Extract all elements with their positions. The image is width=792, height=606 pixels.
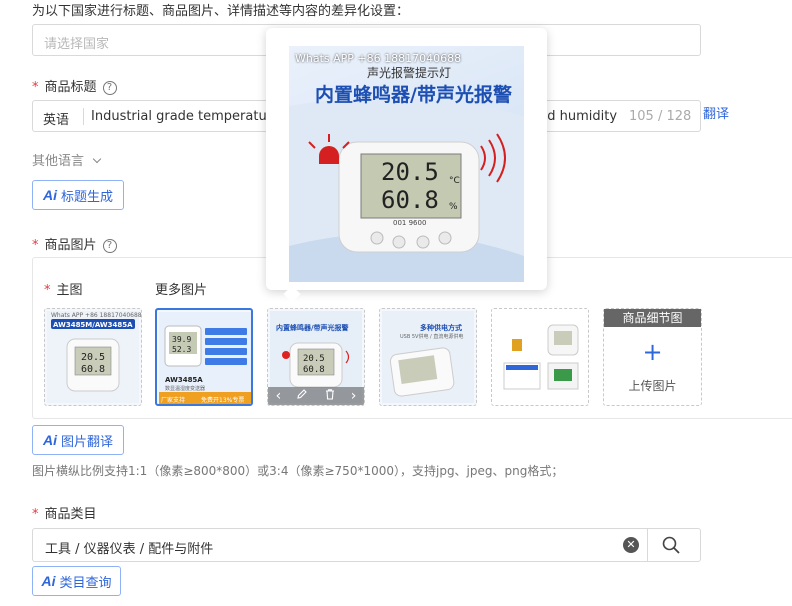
thumb-badge-invoice: 免费开13%专票 [201,397,245,404]
other-languages-toggle[interactable]: 其他语言 [32,150,102,169]
more-image-thumb-3[interactable]: 多种供电方式 USB 5V供电 / 直流电源供电 [379,308,477,406]
thumb-watermark: Whats APP +86 18817040688 [51,312,142,319]
chevron-down-icon [92,154,102,164]
thumb-badge-support: 厂家支持 [161,397,186,404]
preview-humidity-reading: 60.8 [381,186,439,214]
main-image-label-row: * 主图 [44,279,83,298]
thumb-subcaption: USB 5V供电 / 直流电源供电 [400,334,464,340]
svg-text:20.5: 20.5 [81,352,105,363]
chevron-left-icon[interactable]: ‹ [276,388,282,404]
preview-temp-reading: 20.5 [381,158,439,186]
images-label-row: * 商品图片? [32,234,117,253]
category-value: 工具 / 仪器仪表 / 配件与附件 [45,542,214,557]
ai-title-generate-button[interactable]: Ai 标题生成 [32,180,124,210]
svg-text:60.8: 60.8 [81,364,105,375]
divider [647,529,648,561]
title-label-row: * 商品标题? [32,76,117,95]
help-icon[interactable]: ? [102,81,117,95]
category-label: 商品类目 [44,507,97,522]
ai-icon: Ai [42,187,57,203]
more-image-thumb-4[interactable] [491,308,589,406]
more-images-label: 更多图片 [155,283,208,298]
thumb-subcaption: 数显温湿度变送器 [165,386,206,392]
required-mark: * [32,80,39,95]
other-languages-label: 其他语言 [32,154,85,169]
preview-image: Whats APP +86 18817040688 声光报警提示灯 内置蜂鸣器/… [289,46,524,282]
edit-icon[interactable] [296,388,308,404]
preview-headline: 内置蜂鸣器/带声光报警 [315,84,512,106]
upload-image-label: 上传图片 [628,379,677,393]
translate-link[interactable]: 翻译 [703,103,729,122]
svg-text:52.3: 52.3 [172,345,191,354]
ai-category-lookup-button[interactable]: Ai 类目查询 [32,566,121,596]
ai-image-translate-button[interactable]: Ai 图片翻译 [32,425,124,455]
title-value-left: Industrial grade temperature [91,109,280,124]
svg-text:20.5: 20.5 [303,354,325,364]
search-icon[interactable] [661,535,681,559]
detail-image-header: 商品细节图 [604,309,701,327]
preview-humidity-unit: % [449,202,458,212]
more-image-thumb-2[interactable]: 20.5 60.8 内置蜂鸣器/带声光报警 ‹ › [267,308,365,406]
ai-icon: Ai [41,573,56,589]
thumb-toolbar: ‹ › [268,387,364,405]
image-preview-popover: Whats APP +86 18817040688 声光报警提示灯 内置蜂鸣器/… [266,28,547,303]
ai-image-translate-label: 图片翻译 [60,434,113,450]
images-label: 商品图片 [44,238,97,253]
divider [83,108,84,125]
chevron-right-icon[interactable]: › [351,388,357,404]
preview-subtitle: 声光报警提示灯 [367,66,452,80]
required-mark: * [32,507,39,522]
title-value-right: nd humidity [539,109,618,124]
instruction-text: 为以下国家进行标题、商品图片、详情描述等内容的差异化设置： [32,4,410,19]
category-input[interactable]: 工具 / 仪器仪表 / 配件与附件 ✕ [32,528,701,562]
title-label: 商品标题 [44,80,97,95]
main-image-label: 主图 [56,283,83,298]
ai-title-generate-label: 标题生成 [60,189,113,205]
detail-image-upload[interactable]: 商品细节图 + 上传图片 [603,308,702,406]
trash-icon[interactable] [324,388,336,404]
image-format-hint: 图片横纵比例支持1:1（像素≥800*800）或3:4（像素≥750*1000）… [32,464,564,478]
thumb-banner: 内置蜂鸣器/带声光报警 [276,324,349,332]
svg-text:60.8: 60.8 [303,365,325,375]
package-contents-image [494,311,586,403]
thumb-caption: AW3485A [165,376,203,384]
preview-small-line: 001 9600 [393,219,427,227]
preview-temp-unit: °C [449,176,460,186]
thumb-banner: 多种供电方式 [420,324,462,332]
ai-icon: Ai [42,432,57,448]
required-mark: * [44,283,51,298]
ai-category-lookup-label: 类目查询 [59,575,112,591]
more-image-thumb-1[interactable]: 39.9 52.3 AW3485A 数显温湿度变送器 厂家支持 免费开13%专票 [155,308,253,406]
required-mark: * [32,238,39,253]
thumb-banner: AW3485M/AW3485A [53,321,133,329]
category-label-row: * 商品类目 [32,503,97,522]
help-icon[interactable]: ? [102,239,117,253]
svg-text:39.9: 39.9 [172,335,191,344]
title-lang-tag: 英语 [43,113,70,128]
main-image-thumb[interactable]: 20.5 60.8 Whats APP +86 18817040688 AW34… [44,308,142,406]
plus-icon: + [642,338,663,366]
country-select-placeholder: 请选择国家 [44,37,110,52]
title-counter: 105 / 128 [629,109,692,124]
clear-icon[interactable]: ✕ [623,537,639,553]
